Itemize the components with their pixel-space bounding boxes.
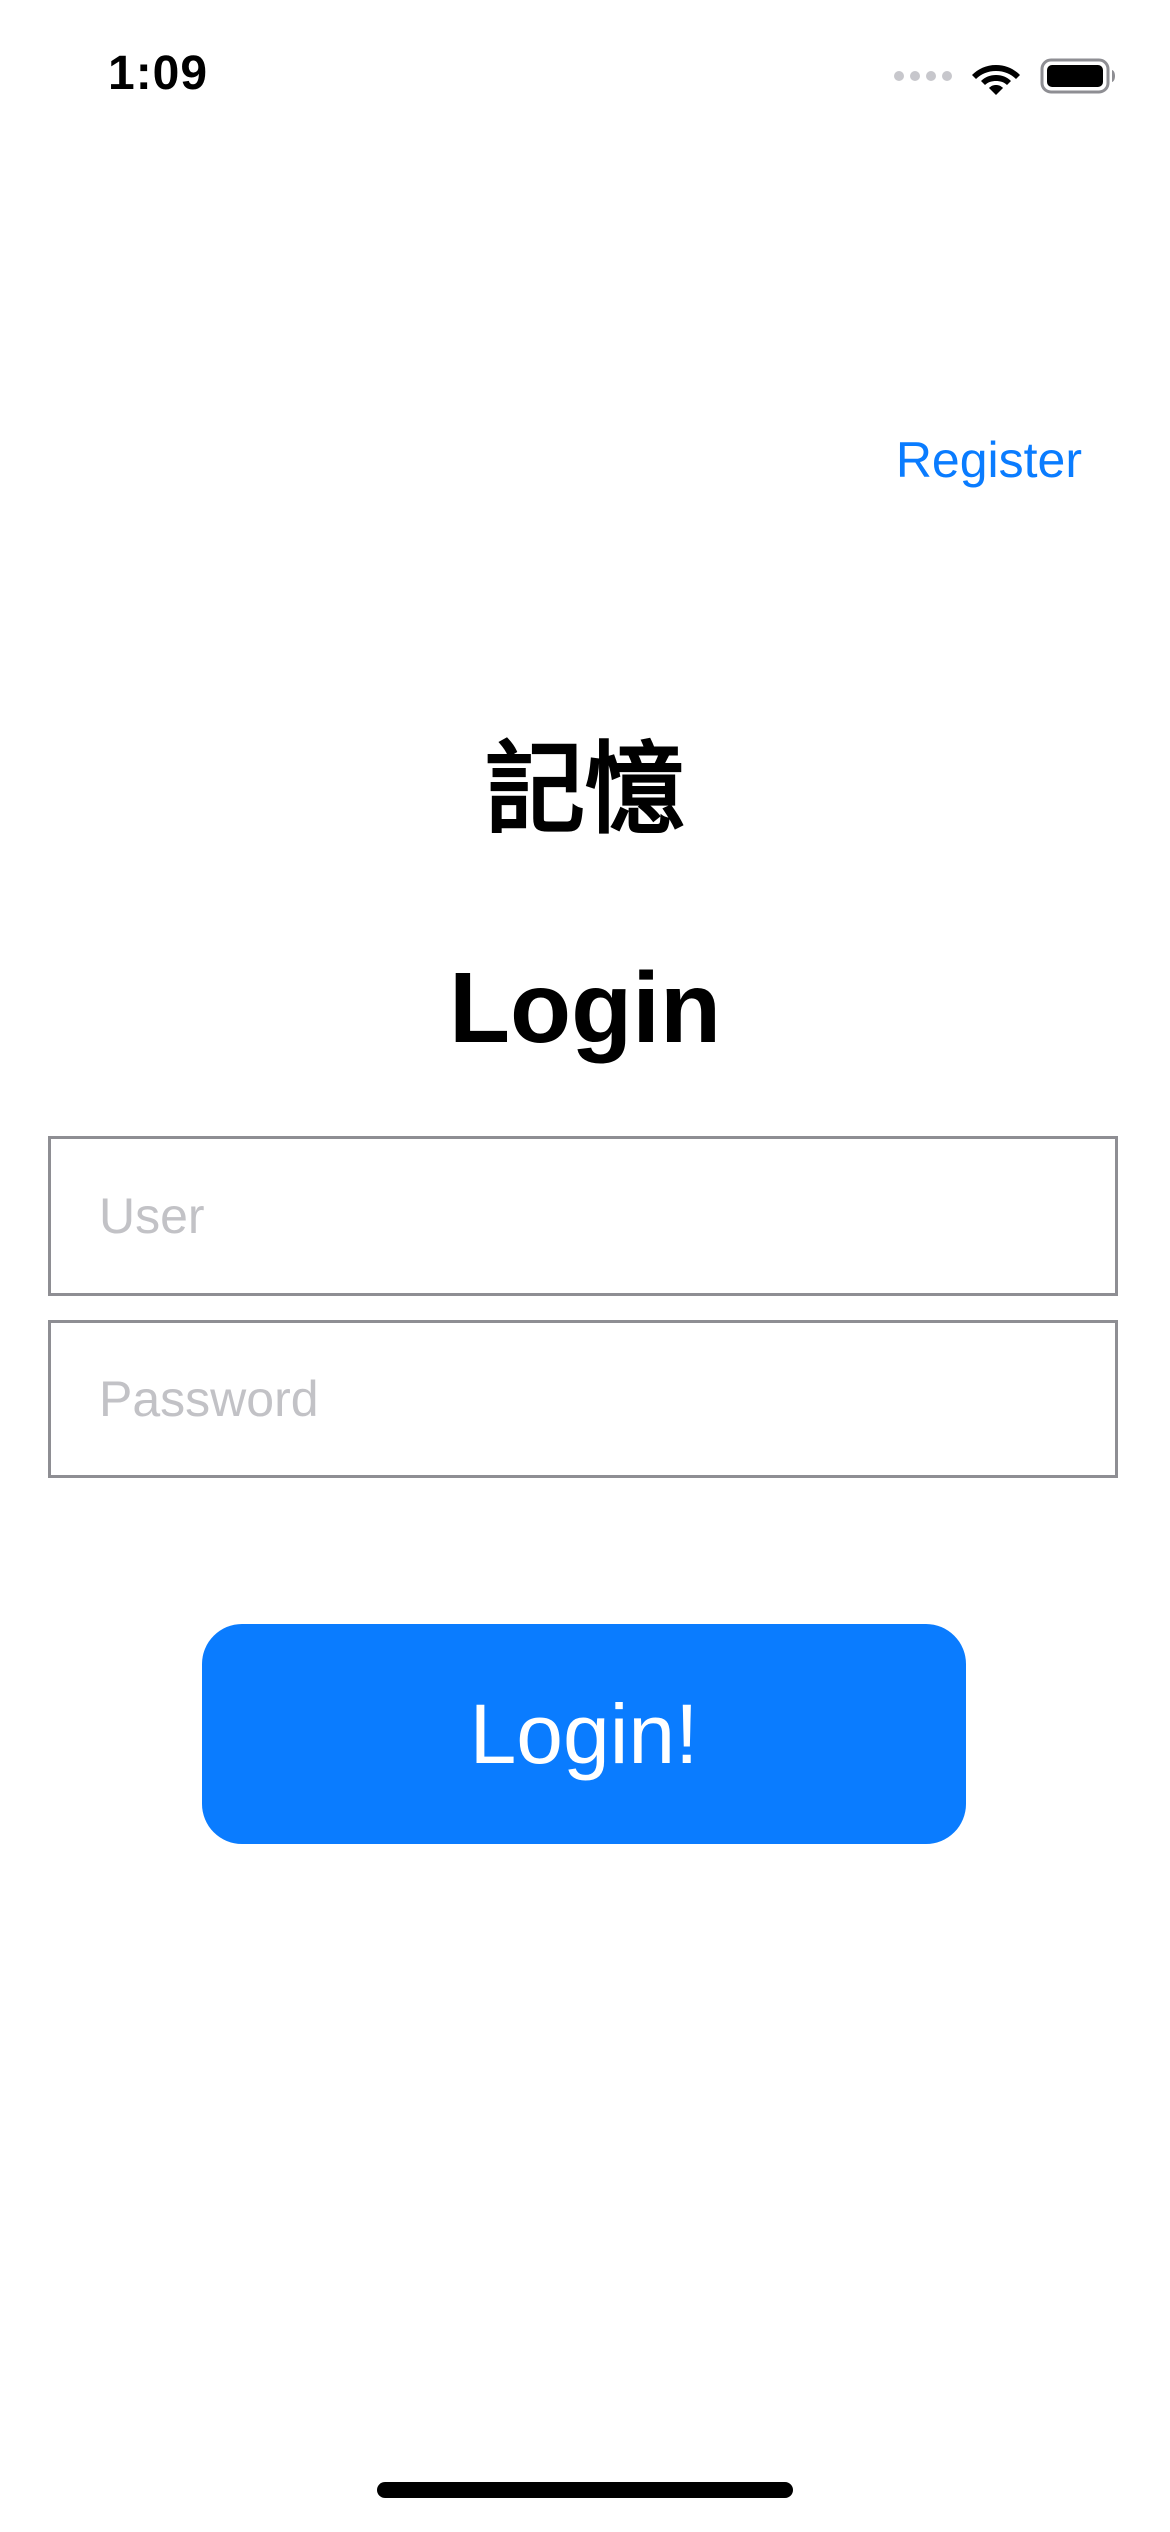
- wifi-icon: [972, 65, 1020, 95]
- status-icons: [894, 54, 1118, 98]
- battery-icon: [1040, 58, 1115, 94]
- status-time: 1:09: [108, 47, 209, 100]
- user-field[interactable]: [48, 1136, 1118, 1296]
- app-title: 記憶: [485, 734, 685, 846]
- signal-icon: [894, 71, 952, 81]
- password-field[interactable]: [48, 1320, 1118, 1478]
- home-indicator[interactable]: [377, 2482, 793, 2498]
- page-title: Login: [448, 952, 722, 1064]
- register-button[interactable]: Register: [896, 428, 1082, 492]
- login-button[interactable]: Login!: [202, 1624, 966, 1844]
